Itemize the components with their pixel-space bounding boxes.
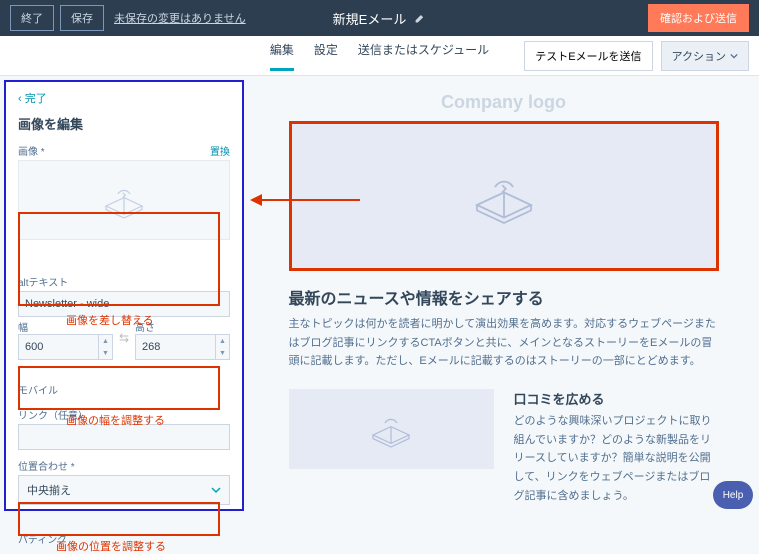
annot-width: 画像の幅を調整する [66,412,165,428]
annot-align: 画像の位置を調整する [56,538,166,554]
company-logo-text: Company logo [289,92,719,113]
align-label: 位置合わせ * [18,458,75,473]
tab-edit[interactable]: 編集 [270,41,294,71]
alt-label: altテキスト [18,274,68,289]
chevron-down-icon [730,52,738,60]
width-label: 幅 [18,323,28,334]
help-button[interactable]: Help [713,481,753,509]
pencil-icon[interactable] [414,12,426,24]
unsaved-status: 未保存の変更はありません [114,10,246,26]
sub-bar: 編集 設定 送信またはスケジュール テストEメールを送信 アクション [0,36,759,76]
link-icon[interactable]: ⇆ [119,331,129,349]
tab-schedule[interactable]: 送信またはスケジュール [358,41,489,71]
preview-sub-image [289,389,494,469]
image-thumbnail[interactable] [18,160,230,240]
test-email-button[interactable]: テストEメールを送信 [524,41,652,71]
hero-image[interactable] [289,121,719,271]
package-icon [361,409,421,449]
tab-settings[interactable]: 設定 [314,41,338,71]
height-input[interactable] [136,335,215,359]
annot-replace: 画像を差し替える [66,312,154,328]
align-select[interactable]: 中央揃え [18,475,230,505]
preview-paragraph-2: どのような興味深いプロジェクトに取り組んでいますか？どのような新製品をリリースし… [514,412,719,505]
actions-dropdown[interactable]: アクション [661,41,749,71]
panel-title: 画像を編集 [18,114,230,133]
actions-label: アクション [672,48,726,64]
replace-link[interactable]: 置換 [210,143,230,158]
width-up[interactable]: ▲ [99,335,112,347]
chevron-down-icon [211,485,221,495]
height-down[interactable]: ▼ [216,347,229,359]
back-link[interactable]: ‹ 完了 [18,90,230,106]
confirm-send-button[interactable]: 確認および送信 [648,4,749,32]
save-button[interactable]: 保存 [60,5,104,31]
mobile-label: モバイル [18,382,58,397]
preview-pane: Company logo 最新のニュースや情報をシェアする 主なトピックは何かを… [248,76,759,515]
top-bar: 終了 保存 未保存の変更はありません 新規Eメール 確認および送信 [0,0,759,36]
align-value: 中央揃え [27,482,71,498]
height-up[interactable]: ▲ [216,335,229,347]
package-icon [94,180,154,220]
width-input-wrapper: ▲▼ [18,334,113,360]
height-input-wrapper: ▲▼ [135,334,230,360]
width-down[interactable]: ▼ [99,347,112,359]
width-input[interactable] [19,335,98,359]
sidebar-panel: ‹ 完了 画像を編集 画像 * 置換 画像を差し替える altテキスト 幅 ▲▼… [4,80,244,511]
preview-paragraph: 主なトピックは何かを読者に明かして演出効果を高めます。対応するウェブページまたは… [289,315,719,371]
page-title: 新規Eメール [333,9,427,28]
exit-button[interactable]: 終了 [10,5,54,31]
preview-heading: 最新のニュースや情報をシェアする [289,285,719,309]
preview-subheading: 口コミを広める [514,389,719,408]
package-icon [459,166,549,226]
email-title: 新規Eメール [333,9,407,28]
image-field-label: 画像 * [18,143,45,158]
